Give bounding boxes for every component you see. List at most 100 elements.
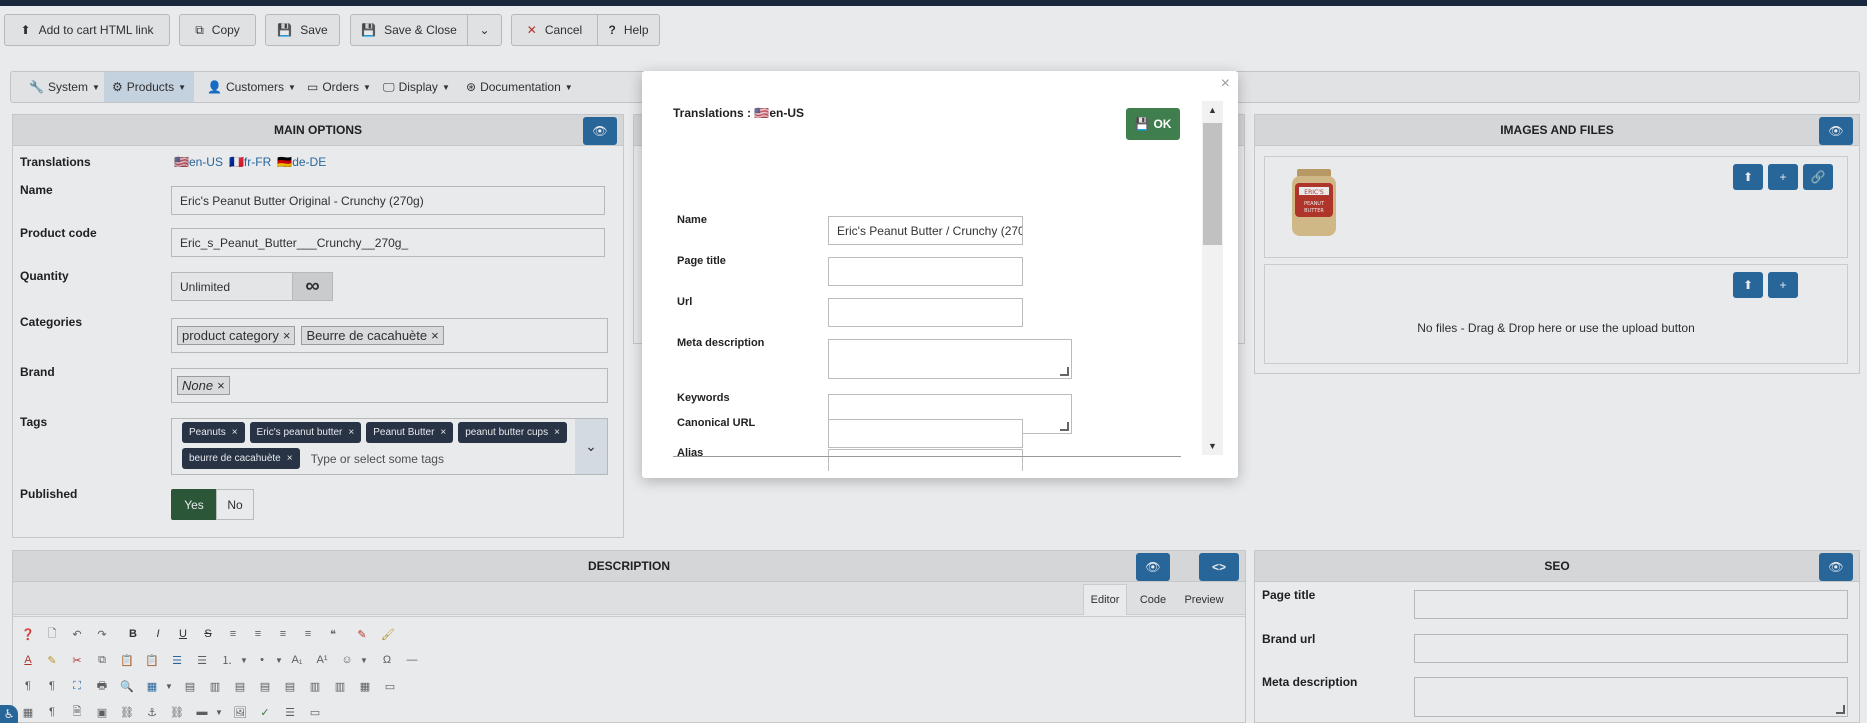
table-col-icon[interactable]: ▥ [206,677,224,695]
file-dropzone[interactable]: ⬆ + No files - Drag & Drop here or use t… [1264,264,1848,364]
chevron-down-icon[interactable]: ▼ [355,651,373,669]
align-center-icon[interactable]: ≡ [249,625,267,643]
unordered-list-icon[interactable]: • [253,651,271,669]
menu-products[interactable]: ⚙ Products ▼ [104,72,195,102]
anchor-icon[interactable]: ⚓ [143,703,161,721]
modal-name-input[interactable]: Eric's Peanut Butter / Crunchy (270 [828,216,1023,245]
align-justify-icon[interactable]: ≡ [224,625,242,643]
cut-icon[interactable]: ✂ [68,651,86,669]
format-icon[interactable]: ☰ [281,703,299,721]
emoji-icon[interactable]: ☺ [338,651,356,669]
chevron-down-icon[interactable]: ▼ [235,651,253,669]
underline-icon[interactable]: U [174,625,192,643]
paste-icon[interactable]: 📋 [118,651,136,669]
quantity-input[interactable]: Unlimited [171,272,293,301]
find-icon[interactable]: 🔍 [118,677,136,695]
save-close-button[interactable]: 💾 Save & Close [350,14,468,46]
italic-icon[interactable]: I [149,625,167,643]
eraser-icon[interactable]: ✎ [353,625,371,643]
scrollbar-thumb[interactable] [1203,123,1222,245]
lang-fr-fr[interactable]: 🇫🇷fr-FR [229,155,271,169]
link-icon[interactable]: ⛓ [118,703,136,721]
menu-documentation[interactable]: ⊛ Documentation ▼ [458,72,581,102]
link-icon[interactable]: 🔗 [1803,164,1833,190]
table-remove-icon[interactable]: ▭ [381,677,399,695]
cancel-button[interactable]: ✕ Cancel [511,14,598,46]
align-right-icon[interactable]: ≡ [299,625,317,643]
redo-icon[interactable]: ↷ [93,625,111,643]
show-blocks-icon[interactable]: ▦ [19,703,37,721]
infinity-button[interactable]: ∞ [292,272,333,301]
eye-icon[interactable]: 👁 [1136,553,1170,581]
menu-customers[interactable]: 👤 Customers ▼ [199,72,304,102]
subscript-icon[interactable]: A₁ [288,651,306,669]
chevron-down-icon[interactable]: ▼ [210,703,228,721]
new-document-icon[interactable]: 🗋 [43,625,61,643]
horizontal-rule-icon[interactable]: — [403,651,421,669]
plus-icon[interactable]: + [1768,272,1798,298]
remove-icon[interactable]: × [287,453,293,464]
indent-icon[interactable]: ☰ [168,651,186,669]
table-delete-icon[interactable]: ▤ [281,677,299,695]
remove-icon[interactable]: × [554,427,560,438]
seo-page-title-input[interactable] [1414,590,1848,619]
ordered-list-icon[interactable]: ⒈ [218,651,236,669]
categories-select[interactable]: product category × Beurre de cacahuète × [171,318,608,353]
save-button[interactable]: 💾 Save [265,14,340,46]
upload-icon[interactable]: ⬆ [1733,164,1763,190]
tags-select[interactable]: Peanuts × Eric's peanut butter × Peanut Bu… [171,418,608,475]
brand-select[interactable]: None × [171,368,608,403]
name-input[interactable]: Eric's Peanut Butter Original - Crunchy … [171,186,605,215]
copy-icon[interactable]: ⧉ [93,651,111,669]
table-icon[interactable]: ▦ [143,677,161,695]
chevron-down-icon[interactable]: ▼ [160,677,178,695]
template-icon[interactable]: 🗎 [68,703,86,721]
remove-icon[interactable]: × [217,378,225,393]
seo-meta-desc-input[interactable] [1414,677,1848,717]
remove-icon[interactable]: × [348,427,354,438]
rtl-icon[interactable]: ¶ [43,677,61,695]
published-no-button[interactable]: No [216,489,254,520]
add-to-cart-link-button[interactable]: ⬆ Add to cart HTML link [4,14,170,46]
paste-text-icon[interactable]: 📋 [143,651,161,669]
table-props-icon[interactable]: ▤ [231,677,249,695]
align-left-icon[interactable]: ≡ [274,625,292,643]
table-merge-icon[interactable]: ▥ [331,677,349,695]
strikethrough-icon[interactable]: S [199,625,217,643]
table-row-icon[interactable]: ▤ [181,677,199,695]
brush-icon[interactable]: 🖌 [379,625,397,643]
table-split-icon[interactable]: ▥ [306,677,324,695]
published-yes-button[interactable]: Yes [171,489,217,520]
print-icon[interactable]: 🖶 [93,677,111,695]
superscript-icon[interactable]: A¹ [313,651,331,669]
tab-preview[interactable]: Preview [1179,584,1229,615]
modal-meta-input[interactable] [828,339,1072,379]
undo-icon[interactable]: ↶ [68,625,86,643]
modal-scrollbar[interactable]: ▲ ▼ [1202,101,1223,455]
product-image[interactable]: ERIC'S PEANUT BUTTER [1289,167,1339,239]
menu-system[interactable]: 🔧 System ▼ [21,72,108,102]
scroll-up-icon[interactable]: ▲ [1202,101,1223,119]
tab-editor[interactable]: Editor [1083,584,1127,615]
table-insert-icon[interactable]: ▤ [256,677,274,695]
modal-alias-input[interactable] [828,449,1023,471]
modal-url-input[interactable] [828,298,1023,327]
modal-canonical-input[interactable] [828,419,1023,448]
eye-icon[interactable]: 👁 [1819,117,1853,145]
scroll-down-icon[interactable]: ▼ [1202,437,1223,455]
menu-orders[interactable]: ▭ Orders ▼ [299,72,379,102]
help-button[interactable]: ? Help [597,14,660,46]
tab-code[interactable]: Code [1133,584,1173,615]
copy-button[interactable]: ⧉ Copy [179,14,256,46]
embed-icon[interactable]: ▭ [306,703,324,721]
fullscreen-icon[interactable]: ⛶ [68,677,86,695]
remove-icon[interactable]: × [431,328,439,343]
chevron-down-icon[interactable]: ▼ [270,651,288,669]
remove-icon[interactable]: × [232,427,238,438]
plus-icon[interactable]: + [1768,164,1798,190]
accessibility-icon[interactable]: ♿ [0,705,18,723]
media-icon[interactable]: ▣ [93,703,111,721]
remove-icon[interactable]: × [283,328,291,343]
remove-icon[interactable]: × [440,427,446,438]
hr-icon[interactable]: ▬ [193,703,211,721]
